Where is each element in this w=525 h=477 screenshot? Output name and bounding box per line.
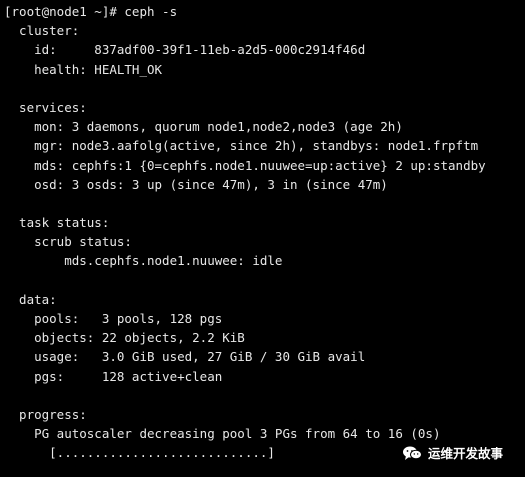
task-status-header: task status: xyxy=(4,215,110,231)
scrub-mds-line: mds.cephfs.node1.nuuwee: idle xyxy=(4,253,283,269)
data-usage: usage: 3.0 GiB used, 27 GiB / 30 GiB ava… xyxy=(4,349,366,365)
services-mon: mon: 3 daemons, quorum node1,node2,node3… xyxy=(4,119,403,135)
watermark: 运维开发故事 xyxy=(402,443,503,462)
services-mds: mds: cephfs:1 {0=cephfs.node1.nuuwee=up:… xyxy=(4,157,486,173)
command-prompt: [root@node1 ~]# ceph -s xyxy=(4,4,178,19)
services-osd: osd: 3 osds: 3 up (since 47m), 3 in (sin… xyxy=(4,176,388,192)
terminal-window[interactable]: [root@node1 ~]# ceph -s cluster: id: 837… xyxy=(0,0,525,477)
cluster-health: health: HEALTH_OK xyxy=(4,61,163,77)
progress-line: PG autoscaler decreasing pool 3 PGs from… xyxy=(4,426,441,442)
data-objects: objects: 22 objects, 2.2 KiB xyxy=(4,330,245,346)
scrub-status: scrub status: xyxy=(4,234,132,250)
data-pgs: pgs: 128 active+clean xyxy=(4,368,223,384)
services-header: services: xyxy=(4,99,87,115)
progress-header: progress: xyxy=(4,406,87,422)
cluster-header: cluster: xyxy=(4,23,80,39)
watermark-text: 运维开发故事 xyxy=(427,446,503,461)
services-mgr: mgr: node3.aafolg(active, since 2h), sta… xyxy=(4,138,479,154)
data-pools: pools: 3 pools, 128 pgs xyxy=(4,311,223,326)
data-header: data: xyxy=(4,291,57,307)
cluster-id: id: 837adf00-39f1-11eb-a2d5-000c2914f46d xyxy=(4,42,366,58)
wechat-icon xyxy=(402,445,422,461)
